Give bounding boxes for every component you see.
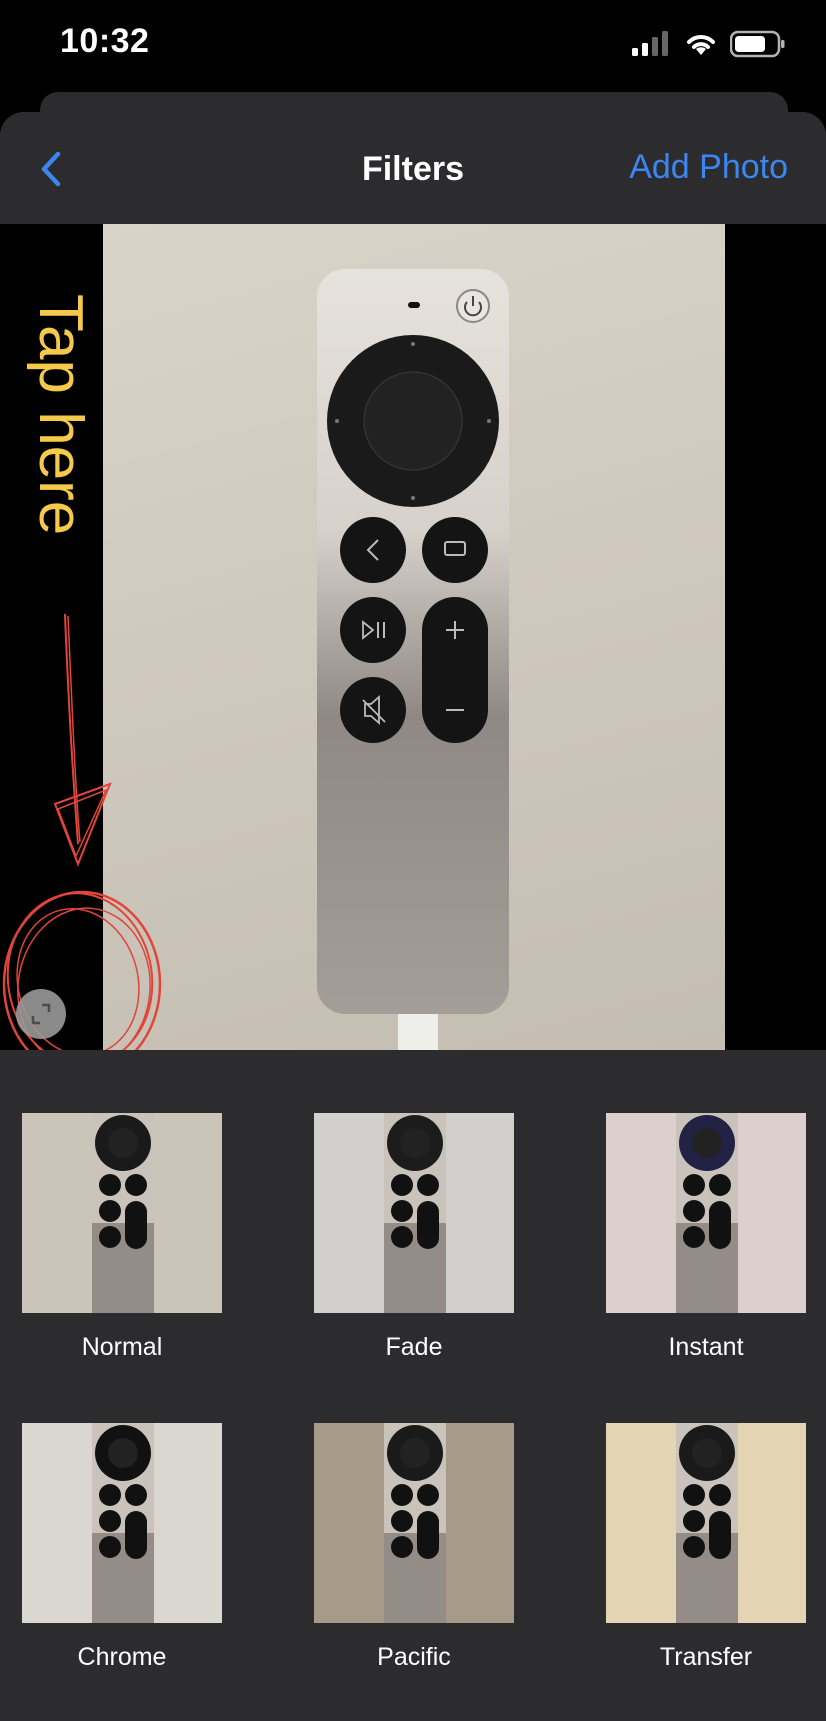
preview-photo xyxy=(103,224,725,1050)
status-time: 10:32 xyxy=(60,22,150,60)
filters-sheet: Filters Add Photo Tap here Normal Fade I… xyxy=(0,112,826,1721)
filter-label: Pacific xyxy=(377,1643,451,1671)
add-photo-button[interactable]: Add Photo xyxy=(629,148,788,187)
filter-cell-fade[interactable]: Fade xyxy=(314,1113,514,1362)
filter-cell-instant[interactable]: Instant xyxy=(606,1113,806,1362)
filter-label: Normal xyxy=(81,1333,163,1361)
cellular-signal-icon xyxy=(632,31,668,56)
filter-cell-chrome[interactable]: Chrome xyxy=(22,1423,222,1672)
filter-cell-transfer[interactable]: Transfer xyxy=(606,1423,806,1672)
battery-icon xyxy=(730,30,785,58)
filter-thumbnail xyxy=(314,1113,514,1313)
status-icons xyxy=(632,30,786,58)
filter-thumbnail xyxy=(22,1113,222,1313)
filter-thumbnail xyxy=(606,1423,806,1623)
filter-label: Instant xyxy=(668,1333,744,1361)
wifi-icon xyxy=(687,35,715,55)
filter-thumbnail xyxy=(22,1423,222,1623)
filter-thumbnail xyxy=(314,1423,514,1623)
annotation-tap-here: Tap here xyxy=(26,294,95,536)
filter-thumbnail xyxy=(606,1113,806,1313)
navigation-bar: Filters Add Photo xyxy=(0,112,826,224)
photo-preview: Tap here xyxy=(0,224,826,1050)
remote-image xyxy=(317,269,509,1050)
status-bar: 10:32 xyxy=(0,0,826,92)
filter-label: Fade xyxy=(385,1333,443,1361)
filter-label: Chrome xyxy=(77,1643,167,1671)
filter-cell-pacific[interactable]: Pacific xyxy=(314,1423,514,1672)
filter-label: Transfer xyxy=(659,1643,753,1671)
expand-icon xyxy=(31,1003,51,1025)
filter-cell-normal[interactable]: Normal xyxy=(22,1113,222,1362)
expand-button[interactable] xyxy=(16,989,66,1039)
